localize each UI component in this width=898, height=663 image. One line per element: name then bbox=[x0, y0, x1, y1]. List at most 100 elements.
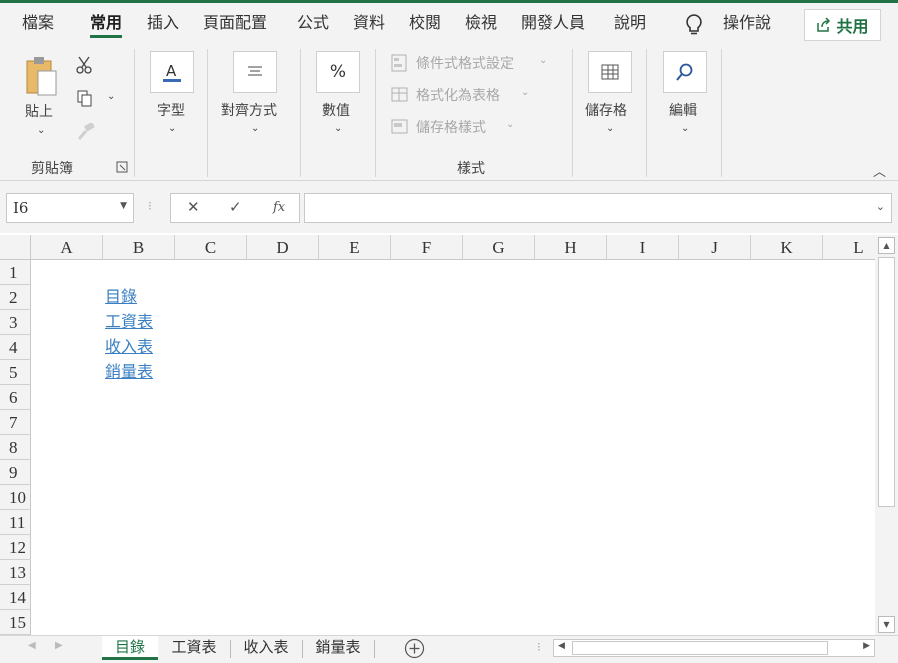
column-header-k[interactable]: K bbox=[751, 235, 823, 260]
format-as-table-icon bbox=[391, 87, 408, 102]
tab-data[interactable]: 資料 bbox=[353, 12, 385, 38]
copy-chevron-down-icon[interactable]: ⌄ bbox=[107, 91, 115, 102]
add-sheet-icon[interactable] bbox=[404, 638, 425, 659]
tab-developer[interactable]: 開發人員 bbox=[521, 12, 585, 38]
sheet-tab-salary[interactable]: 工資表 bbox=[160, 636, 228, 660]
row-header-1[interactable]: 1 bbox=[0, 260, 31, 285]
row-header-7[interactable]: 7 bbox=[0, 410, 31, 435]
column-header-b[interactable]: B bbox=[103, 235, 175, 260]
tab-formulas[interactable]: 公式 bbox=[297, 12, 329, 38]
paste-label[interactable]: 貼上 bbox=[25, 101, 53, 121]
paste-icon[interactable] bbox=[24, 55, 58, 97]
scroll-up-icon[interactable]: ▲ bbox=[878, 237, 895, 254]
font-chevron-down-icon[interactable]: ⌄ bbox=[168, 123, 176, 134]
alignment-label[interactable]: 對齊方式 bbox=[221, 100, 277, 120]
sheet-hyperlink[interactable]: 收入表 bbox=[105, 335, 153, 360]
column-header-h[interactable]: H bbox=[535, 235, 607, 260]
cells-chevron-down-icon[interactable]: ⌄ bbox=[606, 123, 614, 134]
row-header-13[interactable]: 13 bbox=[0, 560, 31, 585]
insert-function-icon[interactable]: fx bbox=[273, 200, 285, 215]
worksheet-grid[interactable]: A B C D E F G H I J K L 1 2 3 4 5 6 7 8 9 10 11 12 13 14 15 目錄 工資表 收入… bbox=[0, 235, 875, 635]
tab-help[interactable]: 說明 bbox=[614, 12, 646, 38]
name-box-value: I6 bbox=[13, 199, 29, 217]
tab-split-grip-icon[interactable]: ⁝ bbox=[537, 640, 541, 654]
font-icon[interactable]: A bbox=[150, 51, 194, 93]
sheet-tab-income[interactable]: 收入表 bbox=[232, 636, 300, 660]
column-header-i[interactable]: I bbox=[607, 235, 679, 260]
number-chevron-down-icon[interactable]: ⌄ bbox=[334, 123, 342, 134]
tab-insert[interactable]: 插入 bbox=[147, 12, 179, 38]
scroll-left-icon[interactable]: ◀ bbox=[558, 641, 565, 651]
share-button[interactable]: 共用 bbox=[804, 9, 881, 41]
column-header-e[interactable]: E bbox=[319, 235, 391, 260]
lightbulb-icon[interactable] bbox=[683, 13, 705, 37]
font-color-a-icon: A bbox=[163, 62, 181, 82]
editing-icon[interactable] bbox=[663, 51, 707, 93]
collapse-ribbon-chevron-up-icon[interactable]: ︿ bbox=[873, 161, 886, 180]
row-header-8[interactable]: 8 bbox=[0, 435, 31, 460]
name-box-dropdown-icon[interactable]: ▼ bbox=[120, 201, 127, 211]
row-header-3[interactable]: 3 bbox=[0, 310, 31, 335]
cells-icon[interactable] bbox=[588, 51, 632, 93]
column-header-d[interactable]: D bbox=[247, 235, 319, 260]
row-header-4[interactable]: 4 bbox=[0, 335, 31, 360]
row-header-12[interactable]: 12 bbox=[0, 535, 31, 560]
sheet-hyperlink[interactable]: 工資表 bbox=[105, 310, 153, 335]
column-header-l[interactable]: L bbox=[823, 235, 875, 260]
row-header-11[interactable]: 11 bbox=[0, 510, 31, 535]
sheet-tab-toc[interactable]: 目錄 bbox=[102, 636, 158, 660]
enter-icon[interactable]: ✓ bbox=[229, 198, 242, 216]
column-header-c[interactable]: C bbox=[175, 235, 247, 260]
tab-home[interactable]: 常用 bbox=[90, 12, 123, 38]
horizontal-scrollbar[interactable]: ◀ ▶ bbox=[553, 639, 875, 657]
editing-label[interactable]: 編輯 bbox=[669, 100, 697, 120]
select-all-corner[interactable] bbox=[0, 235, 31, 260]
expand-formula-chevron-down-icon[interactable]: ⌄ bbox=[876, 200, 885, 213]
paste-chevron-down-icon[interactable]: ⌄ bbox=[37, 125, 45, 136]
horizontal-scroll-thumb[interactable] bbox=[572, 641, 828, 655]
font-label[interactable]: 字型 bbox=[157, 100, 185, 120]
name-box[interactable]: I6 ▼ bbox=[6, 193, 134, 223]
tell-me-search[interactable]: 操作說 bbox=[723, 12, 771, 38]
prev-sheet-icon[interactable]: ◀ bbox=[28, 640, 36, 651]
column-header-g[interactable]: G bbox=[463, 235, 535, 260]
editing-chevron-down-icon[interactable]: ⌄ bbox=[681, 123, 689, 134]
row-header-10[interactable]: 10 bbox=[0, 485, 31, 510]
row-header-15[interactable]: 15 bbox=[0, 610, 31, 635]
cells-label[interactable]: 儲存格 bbox=[585, 100, 627, 120]
tab-file[interactable]: 檔案 bbox=[22, 12, 54, 38]
row-header-6[interactable]: 6 bbox=[0, 385, 31, 410]
tab-review[interactable]: 校閱 bbox=[409, 12, 441, 38]
sheet-hyperlink[interactable]: 銷量表 bbox=[105, 360, 153, 385]
alignment-chevron-down-icon[interactable]: ⌄ bbox=[251, 123, 259, 134]
next-sheet-icon[interactable]: ▶ bbox=[55, 640, 63, 651]
sheet-tab-sales[interactable]: 銷量表 bbox=[304, 636, 372, 660]
column-header-f[interactable]: F bbox=[391, 235, 463, 260]
formula-input[interactable]: ⌄ bbox=[304, 193, 892, 223]
column-header-j[interactable]: J bbox=[679, 235, 751, 260]
format-painter-icon[interactable] bbox=[76, 123, 96, 141]
alignment-icon[interactable] bbox=[233, 51, 277, 93]
number-label[interactable]: 數值 bbox=[322, 100, 350, 120]
column-header-a[interactable]: A bbox=[31, 235, 103, 260]
copy-icon[interactable] bbox=[76, 89, 94, 107]
format-as-table-label: 格式化為表格 bbox=[416, 88, 500, 104]
scroll-down-icon[interactable]: ▼ bbox=[878, 616, 895, 633]
row-header-5[interactable]: 5 bbox=[0, 360, 31, 385]
tab-view[interactable]: 檢視 bbox=[465, 12, 497, 38]
styles-group-label: 樣式 bbox=[457, 161, 485, 177]
row-header-9[interactable]: 9 bbox=[0, 460, 31, 485]
row-header-14[interactable]: 14 bbox=[0, 585, 31, 610]
formula-bar-grip-icon[interactable]: ⁝ bbox=[148, 199, 152, 213]
tab-page-layout[interactable]: 頁面配置 bbox=[203, 12, 267, 38]
scroll-right-icon[interactable]: ▶ bbox=[863, 641, 870, 651]
cancel-icon[interactable]: ✕ bbox=[187, 198, 200, 216]
ribbon-separator bbox=[300, 49, 301, 177]
row-header-2[interactable]: 2 bbox=[0, 285, 31, 310]
sheet-hyperlink[interactable]: 目錄 bbox=[105, 285, 137, 310]
dialog-launcher-icon[interactable] bbox=[116, 161, 128, 173]
vertical-scroll-thumb[interactable] bbox=[878, 257, 895, 507]
percent-icon[interactable]: % bbox=[316, 51, 360, 93]
vertical-scrollbar[interactable]: ▲ ▼ bbox=[875, 235, 898, 635]
cut-icon[interactable] bbox=[74, 55, 94, 75]
